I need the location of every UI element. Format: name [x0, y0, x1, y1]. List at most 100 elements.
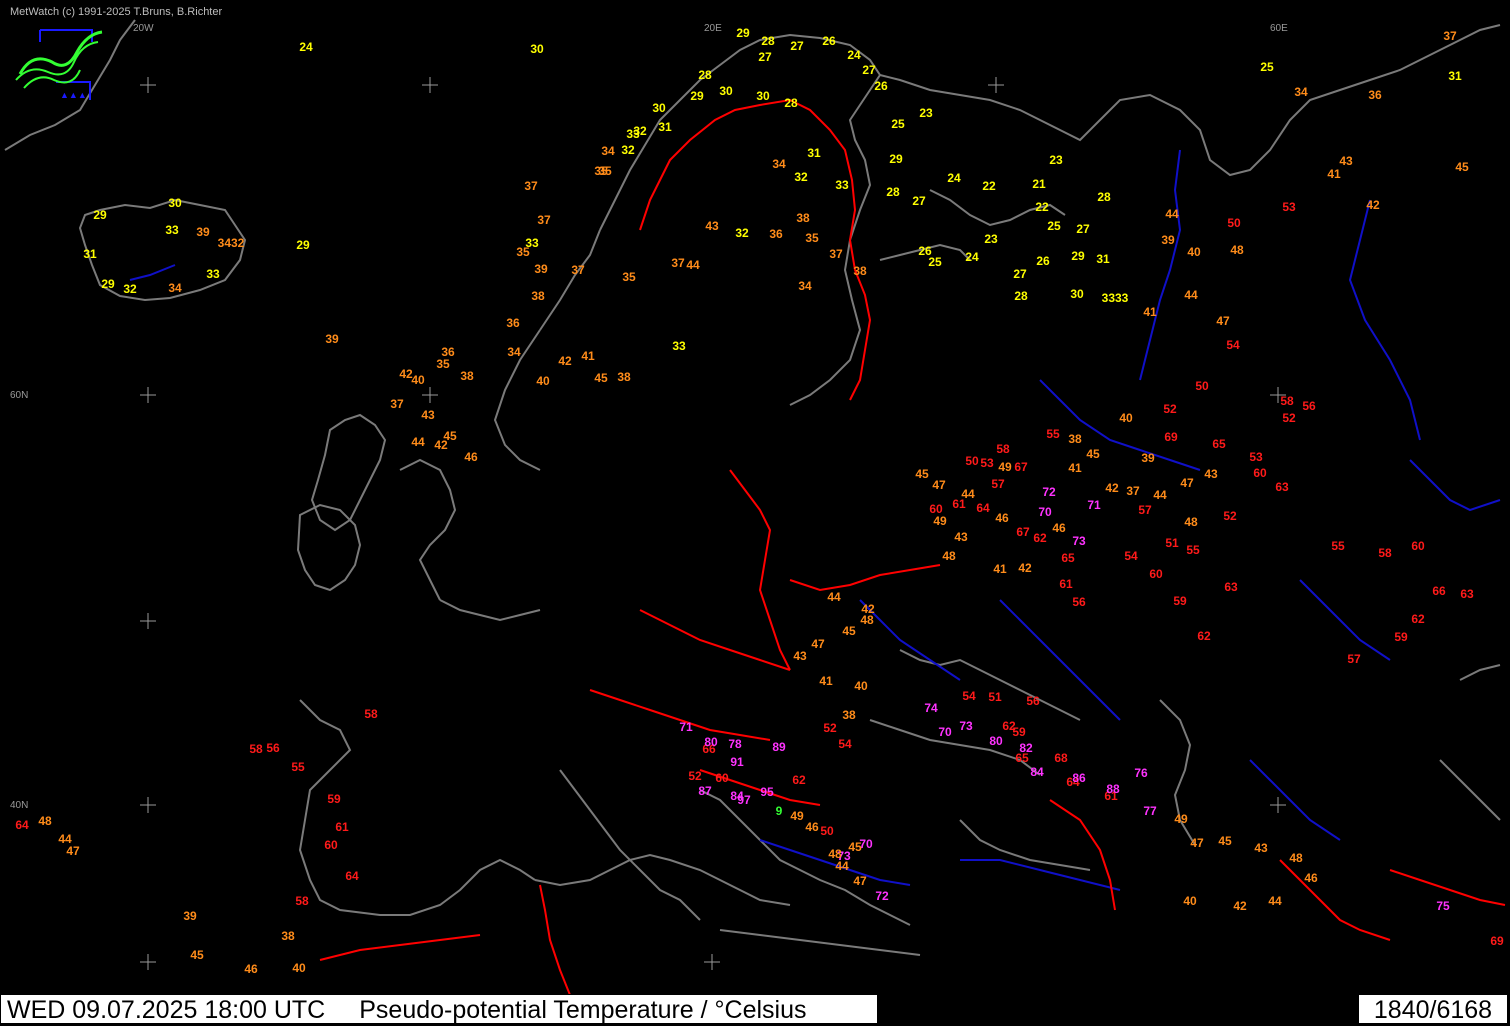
station-value: 38 [617, 370, 631, 384]
station-value: 47 [932, 478, 946, 492]
station-value: 41 [819, 674, 833, 688]
copyright-text: MetWatch (c) 1991-2025 T.Bruns, B.Richte… [10, 6, 223, 18]
station-value: 37 [524, 179, 538, 193]
station-value: 32 [621, 143, 635, 157]
station-value: 30 [168, 196, 182, 210]
station-value: 3432 [218, 236, 245, 250]
station-value: 24 [847, 48, 861, 62]
station-value: 64 [976, 501, 990, 515]
station-value: 44 [686, 258, 700, 272]
station-value: 52 [1163, 402, 1177, 416]
station-value: 43 [1254, 841, 1268, 855]
station-value: 44 [835, 859, 849, 873]
station-value: 59 [1394, 630, 1408, 644]
station-value: 46 [1052, 521, 1066, 535]
station-value: 44 [1153, 488, 1167, 502]
station-value: 58 [1280, 394, 1294, 408]
station-value: 46 [244, 962, 258, 976]
station-value: 95 [760, 785, 774, 799]
station-value: 48 [1289, 851, 1303, 865]
station-value: 48 [1230, 243, 1244, 257]
station-value: 23 [1049, 153, 1063, 167]
station-value: 3333 [1102, 291, 1129, 305]
station-value: 58 [364, 707, 378, 721]
station-value: 24 [965, 250, 979, 264]
grid-label: 40N [10, 800, 28, 811]
station-value: 43 [1339, 154, 1353, 168]
station-value: 60 [1253, 466, 1267, 480]
station-value: 57 [1138, 503, 1152, 517]
station-value: 34 [168, 281, 182, 295]
station-value: 28 [886, 185, 900, 199]
station-value: 28 [1097, 190, 1111, 204]
station-value: 88 [1106, 782, 1120, 796]
station-value: 34 [601, 144, 615, 158]
station-value: 45 [848, 840, 862, 854]
station-value: 33 [672, 339, 686, 353]
station-value: 33 [626, 127, 640, 141]
grid-label: 60E [1270, 23, 1288, 34]
station-value: 25 [1260, 60, 1274, 74]
station-value: 35 [436, 357, 450, 371]
station-value: 39 [325, 332, 339, 346]
station-value: 27 [862, 63, 876, 77]
station-value: 43 [793, 649, 807, 663]
station-value: 31 [83, 247, 97, 261]
station-value: 32 [794, 170, 808, 184]
station-value: 63 [1460, 587, 1474, 601]
station-value: 62 [1002, 719, 1016, 733]
station-value: 38 [281, 929, 295, 943]
station-value: 51 [1165, 536, 1179, 550]
station-value: 47 [811, 637, 825, 651]
station-value: 86 [1072, 771, 1086, 785]
station-value: 36 [506, 316, 520, 330]
station-value: 57 [991, 477, 1005, 491]
station-value: 72 [1042, 485, 1056, 499]
station-value: 40 [1187, 245, 1201, 259]
station-value: 52 [823, 721, 837, 735]
station-value: 29 [93, 208, 107, 222]
station-value: 35 [805, 231, 819, 245]
station-value: 29 [690, 89, 704, 103]
station-value: 62 [1197, 629, 1211, 643]
station-value: 75 [1436, 899, 1450, 913]
station-value: 49 [790, 809, 804, 823]
station-value: 27 [790, 39, 804, 53]
station-value: 56 [266, 741, 280, 755]
station-value: 27 [1013, 267, 1027, 281]
station-value: 46 [464, 450, 478, 464]
station-value: 38 [1068, 432, 1082, 446]
station-value: 61 [335, 820, 349, 834]
station-value: 50 [1195, 379, 1209, 393]
station-value: 38 [842, 708, 856, 722]
station-value: 26 [822, 34, 836, 48]
station-value: 38 [460, 369, 474, 383]
station-value: 30 [652, 101, 666, 115]
station-value: 78 [728, 737, 742, 751]
station-value: 50 [820, 824, 834, 838]
station-value: 54 [1226, 338, 1240, 352]
station-value: 64 [15, 818, 29, 832]
station-value: 41 [1068, 461, 1082, 475]
station-value: 42 [1105, 481, 1119, 495]
station-value: 29 [296, 238, 310, 252]
station-value: 38 [531, 289, 545, 303]
station-value: 43 [705, 219, 719, 233]
station-value: 35 [516, 245, 530, 259]
station-value: 58 [295, 894, 309, 908]
grid-label: 20E [704, 23, 722, 34]
station-value: 47 [66, 844, 80, 858]
station-value: 39 [183, 909, 197, 923]
station-value: 60 [1149, 567, 1163, 581]
station-value: 53 [1282, 200, 1296, 214]
station-value: 45 [1086, 447, 1100, 461]
station-value: 33 [206, 267, 220, 281]
station-value: 41 [1327, 167, 1341, 181]
station-value: 55 [1331, 539, 1345, 553]
station-value: 80 [989, 734, 1003, 748]
station-value: 89 [772, 740, 786, 754]
station-value: 54 [838, 737, 852, 751]
station-value: 56 [1302, 399, 1316, 413]
station-value: 55 [1046, 427, 1060, 441]
station-value: 61 [1059, 577, 1073, 591]
